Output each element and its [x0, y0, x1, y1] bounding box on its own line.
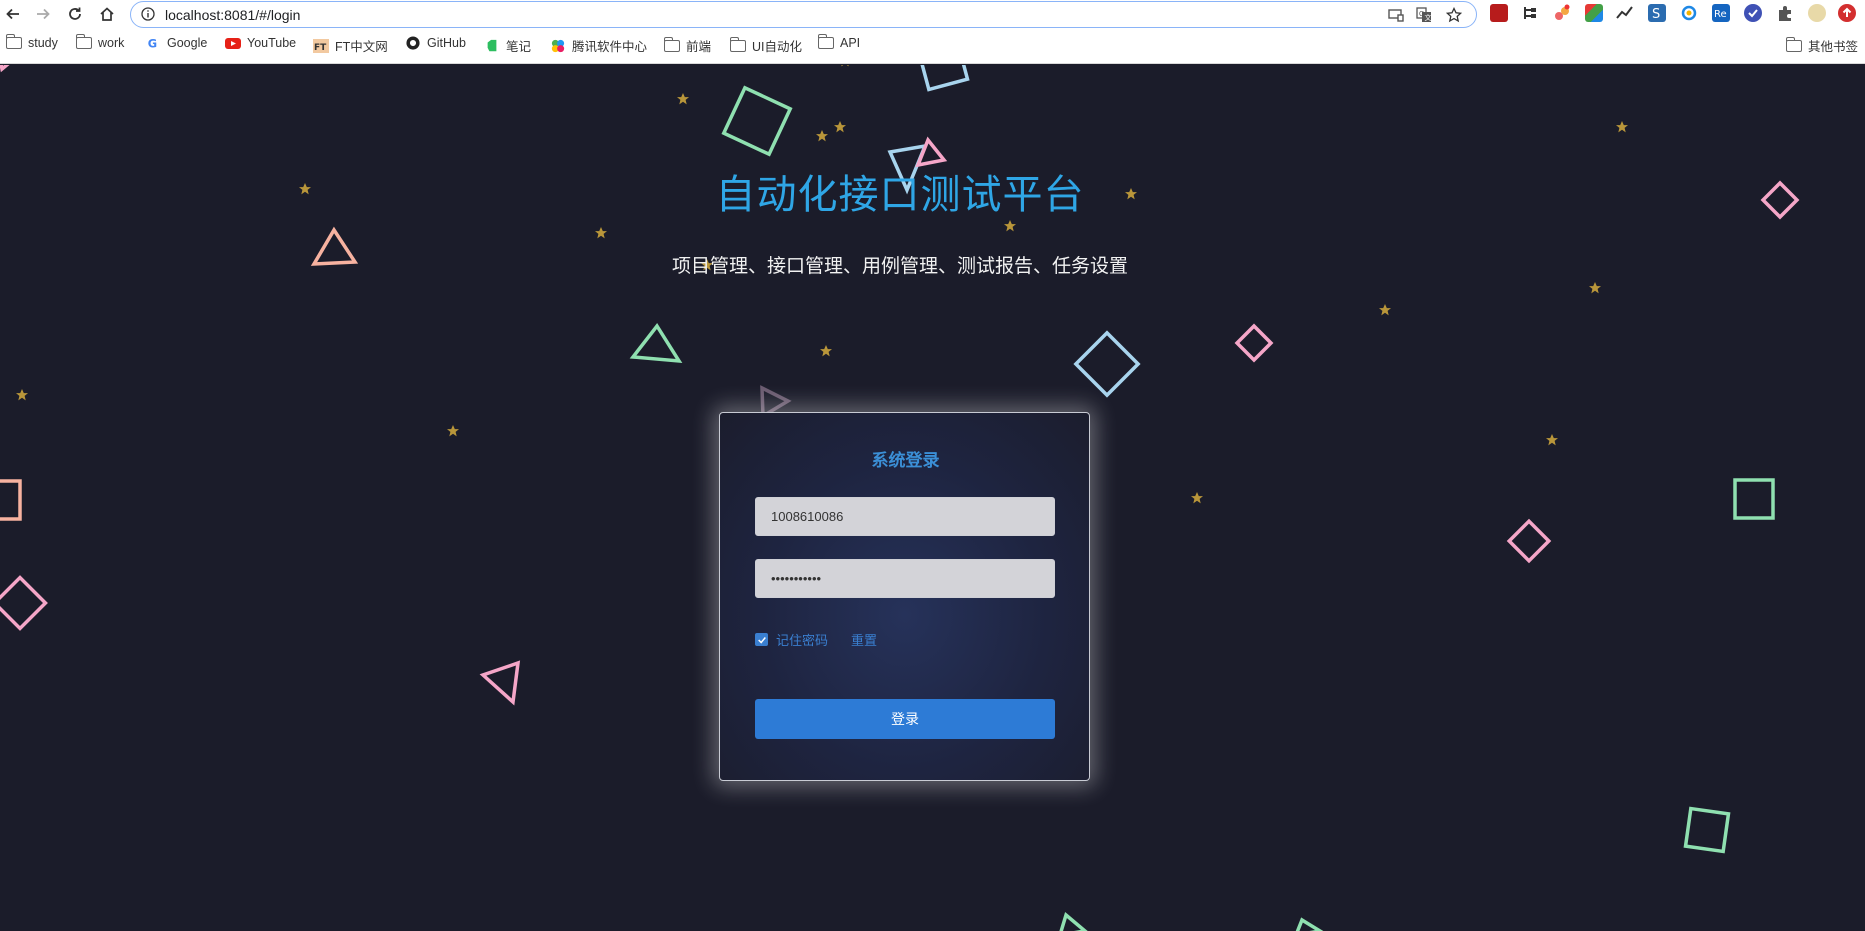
folder-icon	[817, 34, 834, 49]
bookmark-label: 腾讯软件中心	[572, 40, 648, 54]
bookmark-label: 笔记	[506, 40, 532, 54]
tencent-icon	[551, 39, 565, 52]
bookmark-frontend[interactable]: 前端	[663, 36, 712, 55]
re-extension-icon[interactable]: Re	[1712, 4, 1730, 22]
circle-extension-icon[interactable]	[1680, 4, 1698, 22]
bookmark-study[interactable]: study	[5, 34, 58, 50]
folder-icon	[729, 36, 746, 52]
colorful-extension-icon[interactable]	[1585, 4, 1603, 22]
s-extension-icon[interactable]: S	[1648, 4, 1666, 22]
home-icon	[100, 7, 114, 21]
tree-extension-icon[interactable]	[1521, 4, 1539, 22]
bookmark-label: API	[840, 36, 861, 50]
bookmark-label: YouTube	[247, 36, 297, 50]
back-button[interactable]	[2, 3, 24, 25]
remember-password-checkbox[interactable]: 记住密码	[755, 630, 828, 649]
ft-icon: FT	[313, 38, 329, 53]
reload-icon	[69, 7, 81, 20]
bookmark-ft[interactable]: FT FT中文网	[313, 36, 388, 55]
update-icon[interactable]	[1838, 4, 1856, 22]
puzzle-extensions-icon[interactable]	[1776, 4, 1794, 22]
folder-icon	[1785, 36, 1802, 52]
bookmark-label: 其他书签	[1808, 40, 1859, 54]
browser-toolbar: localhost:8081/#/login G文 S Re	[0, 0, 1865, 29]
login-page: 自动化接口测试平台 项目管理、接口管理、用例管理、测试报告、任务设置 系统登录 …	[0, 65, 1865, 931]
remember-password-label[interactable]: 记住密码	[776, 630, 828, 649]
translate-icon[interactable]: G文	[1416, 7, 1432, 23]
bookmark-label: Google	[167, 36, 208, 50]
arrow-left-icon	[6, 8, 19, 20]
folder-icon	[663, 36, 680, 52]
bookmark-label: GitHub	[427, 36, 466, 50]
bookmark-google[interactable]: G Google	[145, 36, 208, 50]
folder-icon	[5, 34, 22, 49]
cast-icon[interactable]	[1388, 7, 1404, 23]
checkbox-checked-icon[interactable]	[755, 633, 768, 646]
bookmark-label: 前端	[686, 40, 712, 54]
svg-text:FT: FT	[314, 43, 327, 53]
login-title: 系统登录	[871, 451, 940, 471]
browser-chrome: localhost:8081/#/login G文 S Re study wor…	[0, 0, 1865, 64]
bookmark-star-icon[interactable]	[1446, 7, 1462, 23]
bookmarks-bar: study work G Google YouTube FT FT中文网 GitHu…	[0, 33, 1865, 59]
check-extension-icon[interactable]	[1744, 4, 1762, 22]
bookmark-youtube[interactable]: YouTube	[225, 36, 296, 50]
bookmark-label: FT中文网	[335, 40, 388, 54]
svg-text:文: 文	[1425, 13, 1432, 22]
url-text[interactable]: localhost:8081/#/login	[165, 7, 300, 23]
login-button[interactable]: 登录	[755, 699, 1055, 739]
password-input[interactable]	[755, 559, 1055, 598]
username-input[interactable]	[755, 497, 1055, 536]
arrow-right-icon	[37, 8, 50, 20]
bookmark-github[interactable]: GitHub	[405, 36, 466, 50]
github-icon	[406, 36, 420, 50]
home-button[interactable]	[96, 3, 118, 25]
address-bar[interactable]: localhost:8081/#/login G文	[130, 1, 1477, 28]
page-subtitle: 项目管理、接口管理、用例管理、测试报告、任务设置	[671, 255, 1128, 277]
bookmark-other[interactable]: 其他书签	[1785, 36, 1859, 55]
reload-button[interactable]	[64, 3, 86, 25]
forward-button[interactable]	[32, 3, 54, 25]
login-form: 系统登录 记住密码 重置 登录	[719, 412, 1090, 781]
bookmark-notes[interactable]: 笔记	[484, 36, 531, 55]
avatar[interactable]	[1808, 4, 1826, 22]
svg-text:S: S	[1652, 7, 1660, 22]
reset-link[interactable]: 重置	[851, 630, 877, 649]
evernote-icon	[487, 39, 497, 51]
youtube-icon	[225, 38, 241, 49]
bookmark-work[interactable]: work	[75, 34, 125, 50]
page-title: 自动化接口测试平台	[715, 172, 1085, 218]
bookmark-label: work	[98, 36, 125, 50]
bookmark-label: study	[28, 36, 58, 50]
svg-text:Re: Re	[1714, 9, 1727, 20]
folder-icon	[75, 34, 92, 49]
info-icon[interactable]	[141, 7, 155, 21]
bookmark-tencent[interactable]: 腾讯软件中心	[550, 36, 647, 55]
bookmark-ui-automation[interactable]: UI自动化	[729, 36, 803, 55]
bookmark-api[interactable]: API	[817, 34, 861, 50]
svg-text:G: G	[148, 36, 157, 50]
ublock-icon[interactable]	[1490, 4, 1508, 22]
notification-extension-icon[interactable]	[1553, 4, 1571, 22]
google-icon: G	[148, 36, 157, 50]
chart-extension-icon[interactable]	[1616, 4, 1634, 22]
bookmark-label: UI自动化	[752, 40, 803, 54]
